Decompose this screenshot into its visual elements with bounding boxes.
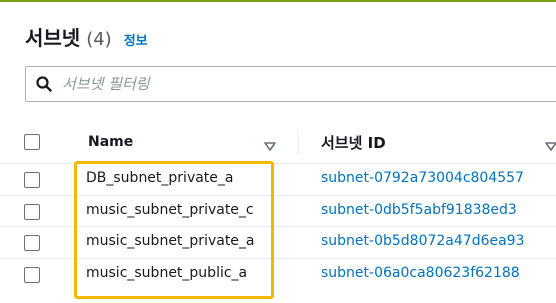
sort-caret-icon[interactable] xyxy=(264,137,276,151)
panel-header: 서브넷 (4) 정보 xyxy=(25,22,148,52)
row-checkbox[interactable] xyxy=(24,235,40,251)
row-checkbox[interactable] xyxy=(24,172,40,188)
table-row[interactable]: DB_subnet_private_a subnet-0792a73004c80… xyxy=(0,164,556,196)
subnet-name: DB_subnet_private_a xyxy=(86,170,234,186)
info-link[interactable]: 정보 xyxy=(124,30,148,49)
column-header-name[interactable]: Name xyxy=(88,134,133,150)
select-all-checkbox[interactable] xyxy=(24,134,40,150)
subnet-name: music_subnet_private_a xyxy=(86,233,255,249)
top-border xyxy=(0,0,556,2)
column-header-subnet-id[interactable]: 서브넷 ID xyxy=(321,132,386,153)
page-title: 서브넷 xyxy=(25,26,81,50)
subnet-name: music_subnet_private_c xyxy=(86,201,254,218)
subnet-name: music_subnet_public_a xyxy=(86,264,248,281)
subnet-id-link[interactable]: subnet-06a0ca80623f62188 xyxy=(321,265,520,281)
subnet-id-link[interactable]: subnet-0b5d8072a47d6ea93 xyxy=(321,233,525,249)
search-icon xyxy=(36,75,54,93)
filter-input[interactable] xyxy=(62,75,522,93)
subnet-id-link[interactable]: subnet-0792a73004c804557 xyxy=(321,170,524,186)
row-checkbox[interactable] xyxy=(24,266,40,283)
subnet-count: (4) xyxy=(86,29,112,50)
filter-box[interactable] xyxy=(25,66,556,102)
column-divider[interactable] xyxy=(298,132,299,154)
row-checkbox[interactable] xyxy=(24,203,40,220)
table-row[interactable]: music_subnet_public_a subnet-06a0ca80623… xyxy=(0,259,556,291)
table-row[interactable]: music_subnet_private_a subnet-0b5d8072a4… xyxy=(0,227,556,259)
subnet-id-link[interactable]: subnet-0db5f5abf91838ed3 xyxy=(321,202,517,218)
table-header: Name 서브넷 ID xyxy=(0,120,556,164)
sort-caret-icon[interactable] xyxy=(545,137,556,151)
subnet-table: Name 서브넷 ID DB_subnet_private_a subnet-0… xyxy=(0,120,556,290)
table-row[interactable]: music_subnet_private_c subnet-0db5f5abf9… xyxy=(0,196,556,227)
